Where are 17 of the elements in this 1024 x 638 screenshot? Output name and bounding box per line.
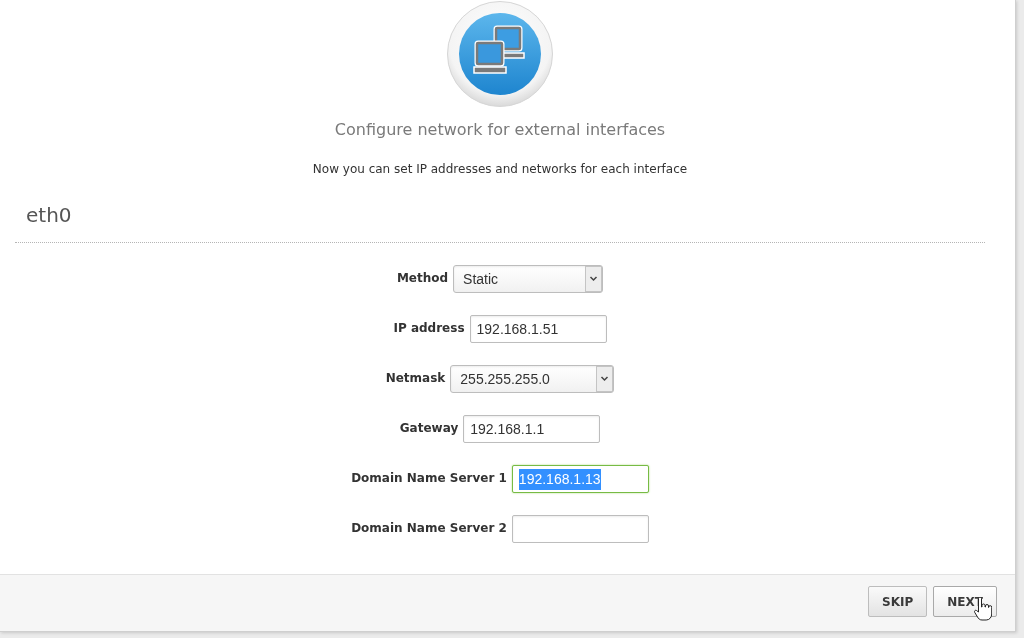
field-label: Method (396, 270, 449, 287)
input-field[interactable]: 192.168.1.1 (463, 415, 601, 443)
dropdown[interactable]: 255.255.255.0 (450, 365, 615, 393)
field-label: Netmask (385, 370, 446, 387)
input-field[interactable]: 192.168.1.51 (469, 315, 607, 343)
field-label: IP address (393, 320, 465, 337)
caret-icon (596, 366, 614, 392)
input-field[interactable] (511, 515, 649, 543)
field-label: Gateway (399, 420, 459, 437)
field-label: Domain Name Server 1 (351, 470, 507, 487)
caret-icon (585, 266, 603, 292)
page-title: Configure network for external interfaces (334, 120, 666, 140)
page-subtitle: Now you can set IP addresses and networks for each interface (312, 161, 688, 177)
dropdown[interactable]: Static (453, 265, 604, 293)
field-label: Domain Name Server 2 (351, 520, 507, 537)
interface-heading: eth0 (25, 202, 72, 229)
skip-button[interactable]: SKIP (868, 586, 928, 617)
